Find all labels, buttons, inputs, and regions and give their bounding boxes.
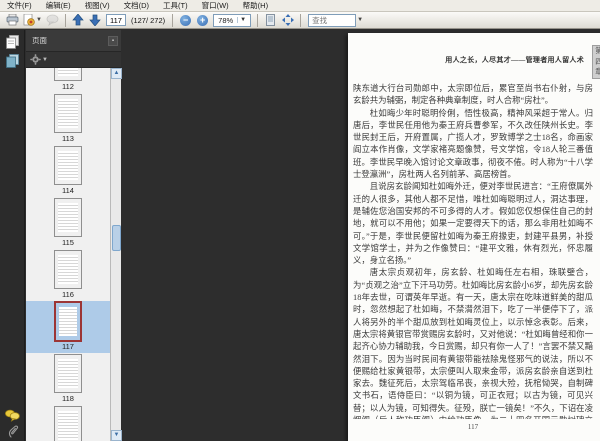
page-scroll-icon (266, 14, 276, 26)
collaborate-button[interactable] (45, 13, 60, 28)
thumbnail-page-label: 115 (62, 238, 74, 247)
panel-header: 页面 ▪ (26, 30, 121, 52)
bookmarks-panel-button[interactable] (4, 53, 21, 69)
thumbnail-page-image[interactable] (54, 301, 82, 342)
printer-icon (6, 14, 19, 26)
body-paragraph: 杜如晦少年时聪明伶俐，悟性极高，精神风采超于常人。归唐后，李世民任用他为秦王府兵… (353, 108, 593, 180)
chapter-tab-char: 章 (595, 67, 600, 77)
pages-icon (6, 35, 19, 49)
page-count-label: (127/ 272) (130, 15, 166, 25)
fit-window-icon (281, 14, 294, 26)
scrolling-mode-button[interactable] (263, 13, 278, 28)
thumbnail-page-image[interactable] (54, 406, 82, 441)
paperclip-icon (8, 425, 18, 438)
pdf-reader-window: 文件(F) 编辑(E) 视图(V) 文档(D) 工具(T) 窗口(W) 帮助(H) ▼ (0, 0, 600, 441)
page-thumbnail-118[interactable]: 118 (26, 353, 110, 405)
thumbnail-page-image[interactable] (54, 146, 82, 185)
main-area: 页面 ▪ ▼ 112 113 114 115 116 117 118 ▲ ▼ 第… (0, 30, 600, 441)
body-paragraph: 且说房玄龄闻知杜如晦外迁，便对李世民进言：“王府僚属外迁的人很多，其他人都不足惜… (353, 182, 593, 266)
toolbar-separator (300, 13, 302, 27)
thumbnail-page-label: 118 (62, 394, 74, 403)
export-document-icon (23, 14, 35, 26)
thumbnail-page-label: 113 (62, 134, 74, 143)
minus-icon: − (180, 14, 192, 26)
page-thumbnail-117[interactable]: 117 (26, 301, 110, 353)
page-thumbnail-113[interactable]: 113 (26, 93, 110, 145)
chevron-down-icon: ▼ (237, 17, 248, 23)
chevron-down-icon: ▼ (36, 17, 42, 23)
menu-item-3[interactable]: 文档(D) (117, 0, 156, 11)
attachments-panel-button[interactable] (4, 424, 21, 440)
thumbnail-page-image[interactable] (54, 68, 82, 81)
arrow-up-icon (72, 14, 85, 26)
toolbar-separator (172, 13, 174, 27)
scroll-up-icon[interactable]: ▲ (111, 68, 122, 79)
panel-title: 页面 (32, 36, 47, 45)
options-gear-icon[interactable] (30, 54, 41, 65)
navigation-panel-strip (0, 30, 25, 441)
comments-icon (5, 409, 20, 422)
thumbnail-page-label: 112 (62, 82, 74, 91)
zoom-out-button[interactable]: − (178, 13, 193, 28)
previous-page-button[interactable] (71, 13, 86, 28)
thumbnail-page-image[interactable] (54, 250, 82, 289)
thumbnail-page-label: 117 (62, 342, 74, 351)
search-input[interactable] (308, 13, 357, 27)
bookmarks-icon (6, 54, 19, 68)
thumbnail-page-label: 114 (62, 186, 74, 195)
menu-item-5[interactable]: 窗口(W) (195, 0, 236, 11)
search-options-caret[interactable]: ▼ (357, 17, 363, 23)
pages-panel: 页面 ▪ ▼ 112 113 114 115 116 117 118 ▲ ▼ (26, 30, 122, 441)
menu-item-2[interactable]: 视图(V) (78, 0, 117, 11)
zoom-level-value: 78% (218, 15, 234, 25)
arrow-down-icon (89, 14, 102, 26)
page-body-text: 陕东道大行台司勋郎中，太宗即位后，累官至尚书右仆射，与房玄龄共为辅弼，制定各种典… (353, 83, 593, 419)
toolbar-separator (257, 13, 259, 27)
menu-item-4[interactable]: 工具(T) (156, 0, 195, 11)
page-number-footer: 117 (467, 423, 479, 431)
plus-icon: + (197, 14, 209, 26)
zoom-in-button[interactable]: + (195, 13, 210, 28)
page-thumbnail-114[interactable]: 114 (26, 145, 110, 197)
document-page: 第四章 用人之长，人尽其才——管理者用人留人术 陕东道大行台司勋郎中，太宗即位后… (348, 33, 600, 441)
document-canvas[interactable]: 第四章 用人之长，人尽其才——管理者用人留人术 陕东道大行台司勋郎中，太宗即位后… (122, 30, 600, 441)
menu-item-1[interactable]: 编辑(E) (39, 0, 78, 11)
page-thumbnail-112[interactable]: 112 (26, 68, 110, 93)
thumbnail-page-image[interactable] (54, 198, 82, 237)
thumbnail-page-image[interactable] (54, 354, 82, 393)
chapter-tab-char: 四 (595, 56, 600, 66)
running-head: 用人之长，人尽其才——管理者用人留人术 (445, 56, 584, 64)
panel-menu-button[interactable]: ▪ (108, 35, 118, 46)
page-thumbnail-115[interactable]: 115 (26, 197, 110, 249)
print-button[interactable] (5, 13, 20, 28)
page-number-input[interactable] (105, 14, 126, 26)
toolbar: ▼ (127/ 272) − + 78% (0, 12, 600, 29)
scroll-down-icon[interactable]: ▼ (111, 430, 122, 441)
thumbnail-page-image[interactable] (54, 94, 82, 133)
toolbar-separator (64, 13, 66, 27)
body-paragraph: 陕东道大行台司勋郎中，太宗即位后，累官至尚书右仆射，与房玄龄共为辅弼，制定各种典… (353, 84, 593, 106)
pages-panel-button[interactable] (4, 34, 21, 50)
menu-item-0[interactable]: 文件(F) (0, 0, 39, 11)
thumbnail-scrollbar[interactable]: ▲ ▼ (110, 68, 122, 441)
page-thumbnail-116[interactable]: 116 (26, 249, 110, 301)
scrollbar-thumb[interactable] (112, 225, 121, 251)
comments-panel-button[interactable] (4, 407, 21, 423)
fit-window-button[interactable] (280, 13, 295, 28)
thumbnail-list: 112 113 114 115 116 117 118 (26, 68, 110, 441)
thumbnail-page-label: 116 (62, 290, 74, 299)
page-thumbnail-partial[interactable] (26, 405, 110, 441)
zoom-level-select[interactable]: 78% ▼ (213, 13, 252, 27)
chapter-tab-char: 第 (595, 46, 600, 56)
chevron-down-icon[interactable]: ▼ (42, 57, 48, 63)
panel-options-bar: ▼ (26, 52, 121, 68)
next-page-button[interactable] (88, 13, 103, 28)
export-button[interactable]: ▼ (22, 13, 43, 28)
chapter-tab: 第四章 (592, 45, 600, 79)
menu-item-6[interactable]: 帮助(H) (236, 0, 275, 11)
collaborate-icon (46, 14, 59, 26)
body-paragraph: 唐太宗贞观初年，房玄龄、杜如晦任左右相，珠联璧合，为“贞观之治”立下汗马功劳。杜… (353, 268, 593, 419)
menu-bar: 文件(F) 编辑(E) 视图(V) 文档(D) 工具(T) 窗口(W) 帮助(H) (0, 0, 600, 12)
